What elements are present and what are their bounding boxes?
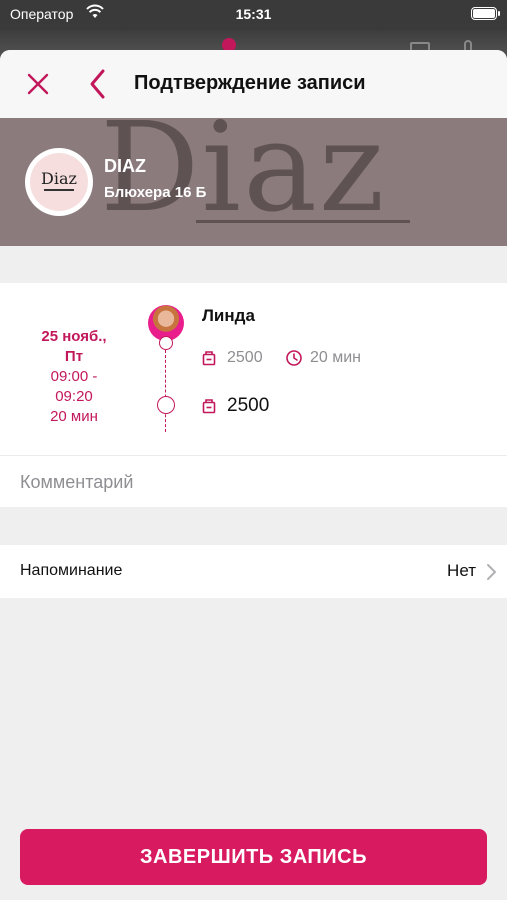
price-tag-icon [202, 351, 216, 366]
navigation-bar: Подтверждение записи [0, 50, 507, 118]
banner-background-line [196, 220, 410, 223]
clock-time: 15:31 [235, 6, 272, 22]
close-icon[interactable] [22, 68, 54, 100]
appointment-weekday: Пт [64, 348, 84, 365]
page-title: Подтверждение записи [134, 72, 366, 94]
clock-icon [286, 350, 302, 366]
service-price: 2500 [227, 349, 263, 366]
appointment-card: 25 нояб., Пт 09:00 - 09:20 20 мин Линда … [0, 283, 507, 455]
appointment-date: 25 нояб., Пт 09:00 - 09:20 20 мин [20, 327, 128, 427]
finish-booking-button[interactable]: ЗАВЕРШИТЬ ЗАПИСЬ [20, 829, 487, 885]
status-bar: Оператор 15:31 [0, 0, 507, 30]
battery-icon [471, 7, 500, 20]
chevron-right-icon [487, 564, 496, 580]
salon-logo-underline [44, 189, 74, 191]
master-name: Линда [202, 306, 255, 325]
appointment-duration: 20 мин [50, 408, 98, 425]
reminder-row[interactable]: Напоминание Нет [0, 545, 507, 598]
salon-address: Блюхера 16 Б [104, 184, 207, 201]
salon-name: DIAZ [104, 156, 146, 176]
reminder-label: Напоминание [20, 562, 123, 579]
salon-logo: Diaz [25, 148, 93, 216]
salon-logo-text: Diaz [41, 169, 77, 188]
appointment-time-end: 09:20 [55, 388, 93, 405]
comment-row [0, 455, 507, 508]
timeline-dot [159, 336, 173, 350]
timeline-line [165, 350, 166, 432]
comment-input[interactable] [20, 456, 490, 508]
salon-banner: Diaz Diaz DIAZ Блюхера 16 Б [0, 118, 507, 246]
confirmation-sheet: Подтверждение записи Diaz Diaz DIAZ Блюх… [0, 50, 507, 900]
appointment-day: 25 нояб., [41, 328, 107, 345]
total-price: 2500 [227, 395, 270, 416]
chevron-left-icon[interactable] [84, 66, 112, 102]
reminder-value: Нет [447, 561, 476, 580]
appointment-time-start: 09:00 - [50, 368, 98, 385]
total-price-icon [202, 399, 216, 414]
service-duration: 20 мин [310, 349, 362, 366]
timeline-dot-total [157, 396, 175, 414]
